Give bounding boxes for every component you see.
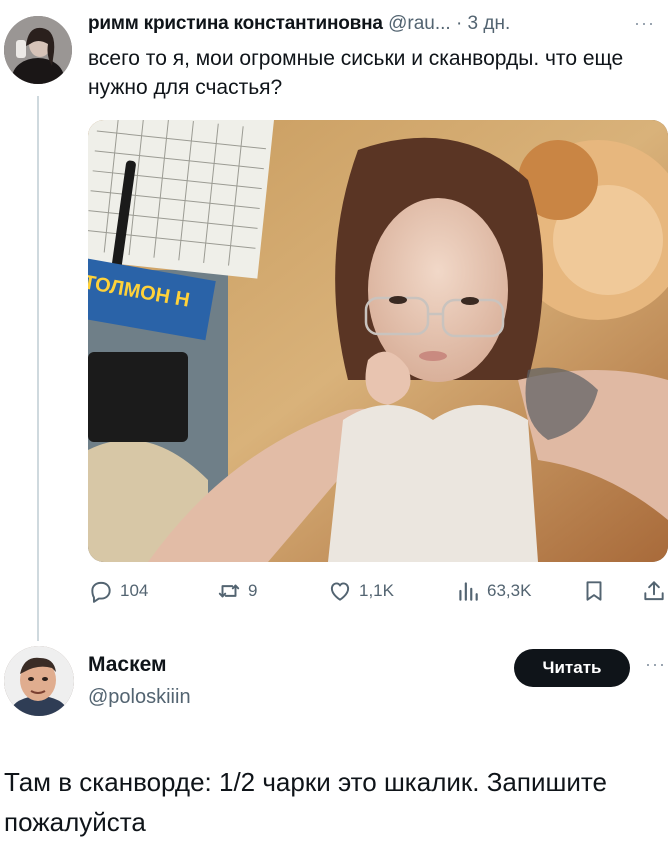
reply-text: Там в сканворде: 1/2 чарки это шкалик. З… (4, 767, 607, 837)
retweet-icon (218, 584, 240, 598)
views-count: 63,3K (487, 581, 532, 600)
reply-more-button[interactable]: ··· (645, 654, 666, 675)
reply-author-handle[interactable]: @poloskiiin (88, 686, 191, 709)
reply-author-avatar[interactable] (4, 646, 74, 716)
share-icon (644, 581, 664, 601)
views-chart-icon (459, 582, 478, 601)
reply-author-name[interactable]: Маскем (88, 653, 167, 677)
retweet-button[interactable]: 9 (216, 578, 257, 604)
follow-button[interactable]: Читать (514, 649, 630, 687)
author-avatar[interactable] (4, 16, 72, 84)
thread-line (37, 96, 39, 641)
reply-button[interactable]: 104 (88, 578, 148, 604)
author-name[interactable]: римм кристина константиновна (88, 13, 383, 34)
author-handle-time[interactable]: @rau... · 3 дн. (388, 13, 510, 34)
like-count: 1,1K (359, 581, 394, 600)
like-button[interactable]: 1,1K (327, 578, 394, 604)
retweet-count: 9 (248, 581, 258, 600)
share-button[interactable] (641, 578, 670, 604)
tweet-text: всего то я, мои огромные сиськи и сканво… (88, 47, 624, 99)
views-button[interactable]: 63,3K (455, 578, 531, 604)
tweet-more-button[interactable]: ··· (634, 13, 655, 34)
bookmark-icon (586, 581, 602, 601)
reply-count: 104 (120, 581, 149, 600)
comment-icon (91, 581, 111, 603)
heart-icon (330, 582, 350, 601)
tweet-actions: 104 9 1,1K 63,3K (88, 578, 670, 608)
tweet-header: римм кристина константиновна @rau... · 3… (88, 13, 668, 35)
bookmark-button[interactable] (581, 578, 613, 604)
tweet-photo[interactable]: ТОЛМОН Н (88, 120, 668, 562)
